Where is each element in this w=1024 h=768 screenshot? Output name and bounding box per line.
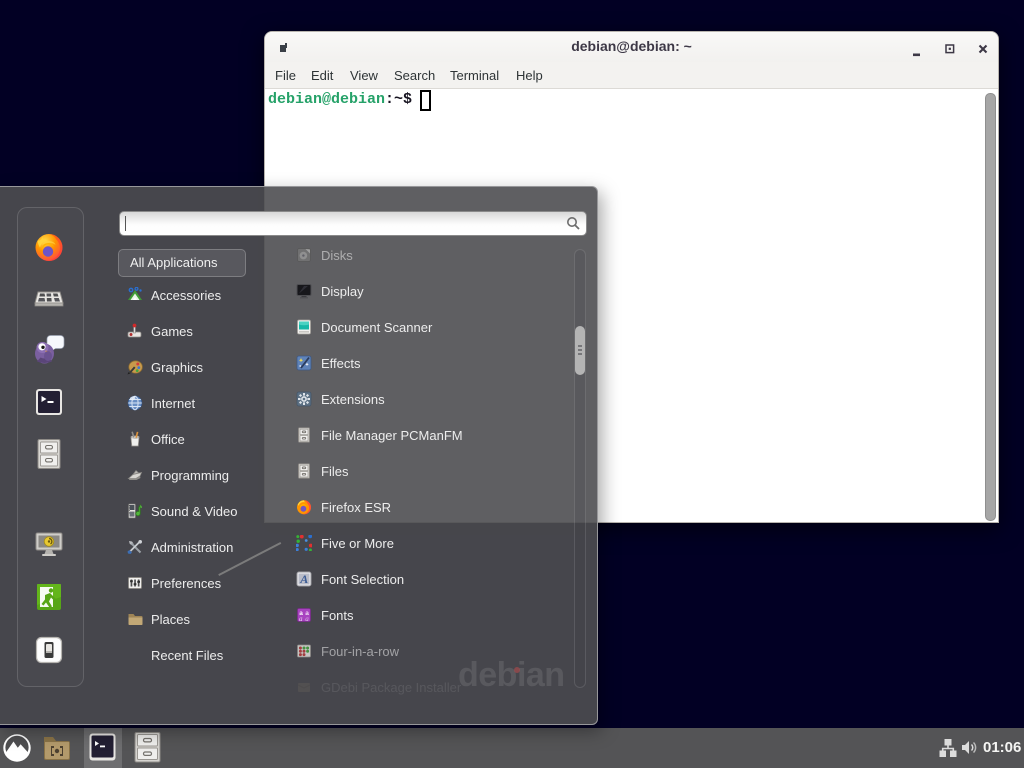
svg-text:a: a <box>305 615 309 623</box>
svg-text:A: A <box>299 572 308 586</box>
svg-text:a: a <box>299 615 303 623</box>
